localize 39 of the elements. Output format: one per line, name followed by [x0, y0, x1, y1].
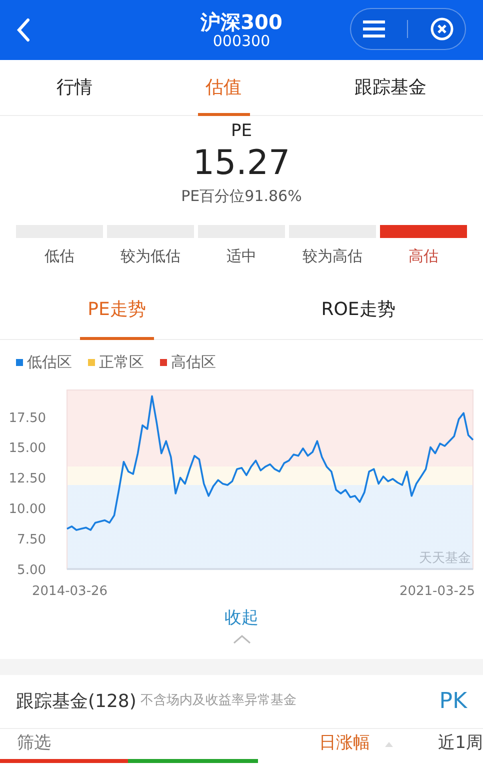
- column-header[interactable]: 日涨幅: [319, 730, 394, 756]
- level-label: 低估: [44, 247, 74, 265]
- level-label: 较为低估: [120, 247, 180, 265]
- x-tick-label: 2014-03-26: [32, 584, 108, 598]
- chart-tab[interactable]: ROE走势: [313, 280, 404, 340]
- chevron-up-icon: [232, 634, 252, 644]
- pk-button[interactable]: PK: [439, 684, 467, 718]
- close-icon[interactable]: [430, 17, 454, 41]
- y-tick-label: 12.50: [8, 471, 46, 486]
- collapse-button[interactable]: 收起: [224, 606, 258, 644]
- tab[interactable]: 跟踪基金: [346, 60, 434, 116]
- back-icon[interactable]: [16, 18, 30, 42]
- tab[interactable]: 行情: [48, 60, 100, 116]
- y-tick-label: 15.00: [8, 440, 46, 456]
- percentile-text: PE百分位91.86%: [180, 186, 303, 207]
- column-header[interactable]: 近1周: [438, 730, 483, 756]
- chart-tab[interactable]: PE走势: [80, 280, 154, 340]
- index-code: 000300: [212, 32, 272, 50]
- legend-label: 高估区: [171, 352, 216, 373]
- y-tick-label: 5.00: [17, 562, 46, 578]
- sort-icon: [384, 740, 394, 748]
- tab[interactable]: 估值: [198, 60, 250, 116]
- x-tick-label: 2021-03-25: [399, 584, 475, 598]
- page-title: 沪深300: [200, 10, 282, 33]
- section-note: 不含场内及收益率异常基金: [140, 692, 296, 710]
- menu-icon[interactable]: [362, 20, 386, 38]
- legend-label: 低估区: [27, 352, 72, 373]
- column-header[interactable]: 筛选: [17, 730, 51, 756]
- y-tick-label: 10.00: [8, 502, 46, 517]
- section-title: 跟踪基金(128): [16, 690, 136, 714]
- level-label: 高估: [408, 247, 438, 265]
- y-tick-label: 17.50: [8, 410, 46, 426]
- level-label: 较为高估: [302, 247, 362, 265]
- y-tick-label: 7.50: [17, 532, 46, 548]
- level-label: 适中: [226, 247, 256, 265]
- metric-label: PE: [230, 120, 253, 142]
- chart-watermark: 天天基金: [419, 550, 471, 566]
- legend-label: 正常区: [99, 352, 144, 373]
- metric-value: 15.27: [192, 142, 292, 184]
